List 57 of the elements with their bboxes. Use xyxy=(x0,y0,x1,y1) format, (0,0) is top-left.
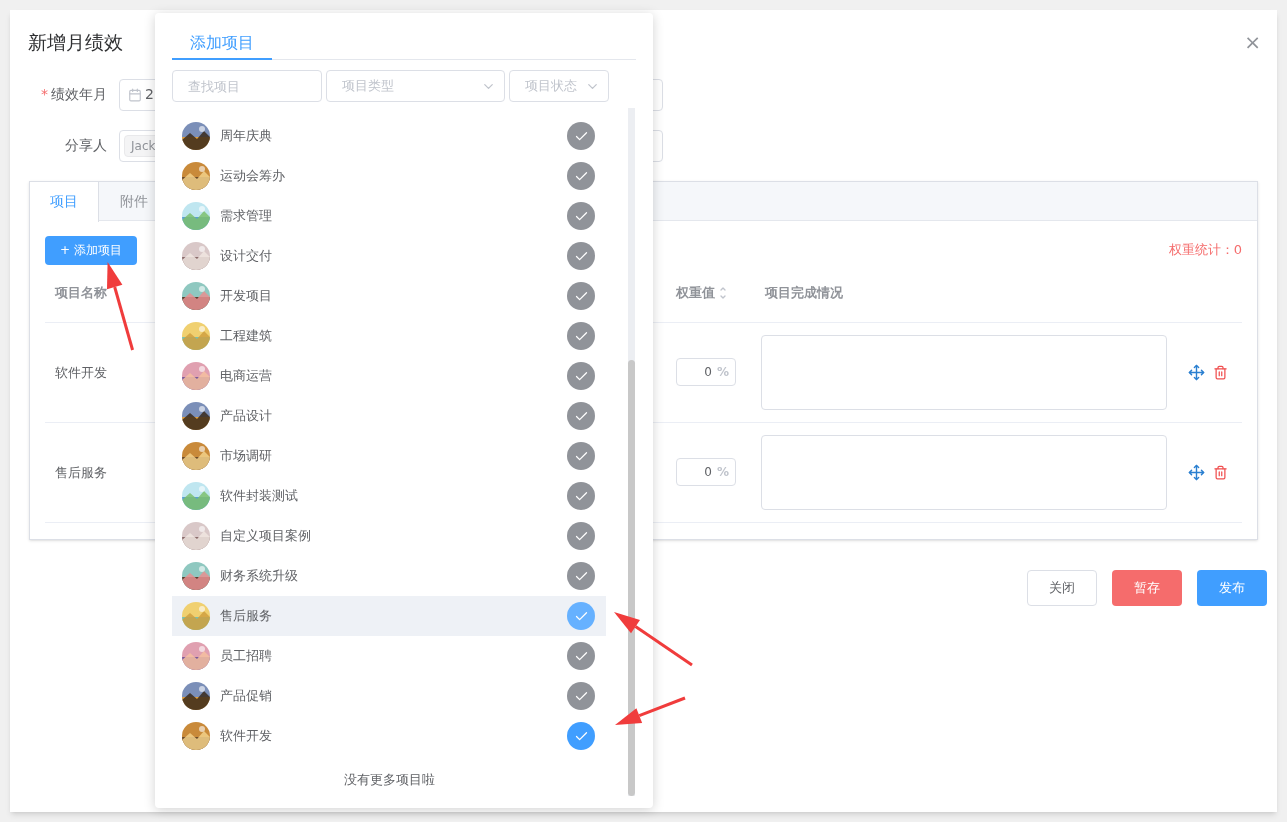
column-header: 权重值 xyxy=(676,284,715,303)
check-icon[interactable] xyxy=(567,642,595,670)
field-label: 绩效年月 xyxy=(51,85,107,104)
project-name: 需求管理 xyxy=(220,207,273,226)
required-mark: * xyxy=(41,85,48,104)
check-icon[interactable] xyxy=(567,282,595,310)
check-icon[interactable] xyxy=(567,442,595,470)
check-icon[interactable] xyxy=(567,602,595,630)
project-name: 电商运营 xyxy=(220,367,273,386)
check-icon[interactable] xyxy=(567,162,595,190)
project-name: 开发项目 xyxy=(220,287,273,306)
move-icon[interactable] xyxy=(1188,463,1205,481)
project-name: 工程建筑 xyxy=(220,327,273,346)
check-icon[interactable] xyxy=(567,522,595,550)
delete-icon[interactable] xyxy=(1213,364,1228,380)
search-field[interactable]: 查找项目 xyxy=(172,70,322,102)
project-name: 周年庆典 xyxy=(220,127,273,146)
check-icon[interactable] xyxy=(567,362,595,390)
project-name: 产品促销 xyxy=(220,687,273,706)
weight-total: 权重统计：0 xyxy=(1168,240,1242,259)
check-icon[interactable] xyxy=(567,242,595,270)
table-cell: 软件开发 xyxy=(55,365,107,380)
weight-field[interactable]: 0 % xyxy=(676,358,736,386)
calendar-icon xyxy=(128,87,142,102)
completion-field[interactable] xyxy=(761,434,1167,510)
project-name: 软件开发 xyxy=(220,727,273,746)
sort-icon[interactable] xyxy=(719,285,727,301)
project-name: 财务系统升级 xyxy=(220,567,299,586)
dialog-title: 新增月绩效 xyxy=(28,30,123,55)
delete-icon[interactable] xyxy=(1213,464,1228,480)
check-icon[interactable] xyxy=(567,682,595,710)
project-item[interactable]: 售后服务 xyxy=(172,596,606,636)
check-icon[interactable] xyxy=(567,722,595,750)
project-name: 运动会筹办 xyxy=(220,167,286,186)
date-value: 2 xyxy=(145,85,154,104)
project-name: 自定义项目案例 xyxy=(220,527,312,546)
column-header: 项目名称 xyxy=(55,285,107,301)
check-icon[interactable] xyxy=(567,562,595,590)
weight-field[interactable]: 0 % xyxy=(676,458,736,486)
field-label: 分享人 xyxy=(65,136,107,155)
check-icon[interactable] xyxy=(567,322,595,350)
check-icon[interactable] xyxy=(567,202,595,230)
completion-field[interactable] xyxy=(761,334,1167,410)
project-name: 市场调研 xyxy=(220,447,273,466)
check-icon[interactable] xyxy=(567,122,595,150)
column-header: 项目完成情况 xyxy=(765,285,843,301)
project-name: 产品设计 xyxy=(220,407,273,426)
table-cell: 售后服务 xyxy=(55,465,107,480)
project-name: 软件封装测试 xyxy=(220,487,299,506)
project-name: 设计交付 xyxy=(220,247,273,266)
check-icon[interactable] xyxy=(567,402,595,430)
footer-button[interactable]: 关闭 xyxy=(1027,569,1097,606)
check-icon[interactable] xyxy=(567,482,595,510)
move-icon[interactable] xyxy=(1188,363,1205,381)
list-end-note: 没有更多项目啦 xyxy=(342,771,436,789)
project-name: 售后服务 xyxy=(220,607,273,626)
project-name: 员工招聘 xyxy=(220,647,273,666)
